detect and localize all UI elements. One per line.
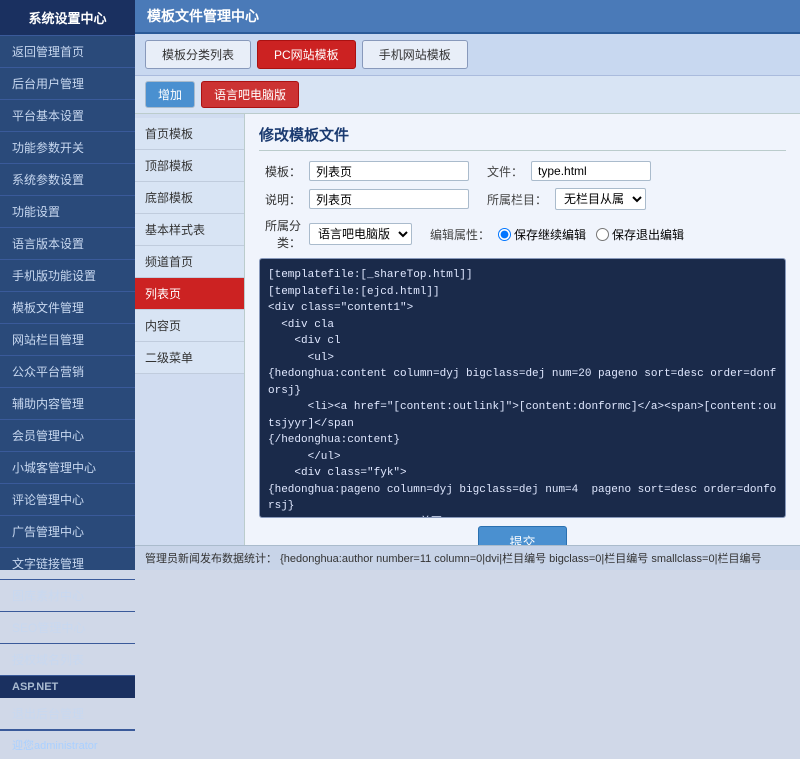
subnav-footer[interactable]: 底部模板 <box>135 182 244 214</box>
editmode-label: 编辑属性： <box>430 226 490 243</box>
lang-button[interactable]: 语言吧电脑版 <box>201 81 299 108</box>
edit-title: 修改模板文件 <box>259 124 786 151</box>
radio-exit-label: 保存退出编辑 <box>612 226 684 243</box>
template-row: 模板： 文件： <box>259 161 786 181</box>
submit-row: 提交 <box>259 526 786 545</box>
classify-label: 所属分类： <box>259 217 301 251</box>
code-editor[interactable]: [templatefile:[_shareTop.html]] [templat… <box>259 258 786 518</box>
add-button[interactable]: 增加 <box>145 81 195 108</box>
sidebar-item-template[interactable]: 模板文件管理 <box>0 292 135 324</box>
classify-row: 所属分类： 语言吧电脑版 编辑属性： 保存继续编辑 保存退出编辑 <box>259 217 786 251</box>
footer-text: 管理员新闻发布数据统计： <box>145 553 277 565</box>
footer: 管理员新闻发布数据统计： {hedonghua:author number=11… <box>135 545 800 570</box>
file-input[interactable] <box>531 161 651 181</box>
sidebar-item-gallery[interactable]: 图库素材中心 <box>0 580 135 612</box>
template-input[interactable] <box>309 161 469 181</box>
radio-continue-label: 保存继续编辑 <box>514 226 586 243</box>
actionbar: 增加 语言吧电脑版 <box>135 76 800 114</box>
editmode-group: 保存继续编辑 保存退出编辑 <box>498 226 684 243</box>
desc-row: 说明： 所属栏目： 无栏目从属 <box>259 188 786 210</box>
sidebar-item-mobile[interactable]: 手机版功能设置 <box>0 260 135 292</box>
radio-exit[interactable]: 保存退出编辑 <box>596 226 684 243</box>
sidebar-item-funcswitch[interactable]: 功能参数开关 <box>0 132 135 164</box>
subnav-channel[interactable]: 频道首页 <box>135 246 244 278</box>
tab-mobile-template[interactable]: 手机网站模板 <box>362 40 468 69</box>
sidebar-item-textlinks[interactable]: 文字链接管理 <box>0 548 135 580</box>
edit-panel: 修改模板文件 模板： 文件： 说明： 所属栏目： 无栏目从属 <box>245 114 800 545</box>
submit-button[interactable]: 提交 <box>478 526 566 545</box>
sidebar-item-users[interactable]: 后台用户管理 <box>0 68 135 100</box>
sidebar-item-logout[interactable]: 退出后台管理 <box>0 698 135 730</box>
tab-pc-template[interactable]: PC网站模板 <box>257 40 356 69</box>
content-area: 首页模板 顶部模板 底部模板 基本样式表 频道首页 列表页 内容页 二级菜单 修… <box>135 114 800 545</box>
sidebar-item-columns[interactable]: 网站栏目管理 <box>0 324 135 356</box>
sidebar-item-seo[interactable]: SEO管理中心 <box>0 612 135 644</box>
tab-template-list[interactable]: 模板分类列表 <box>145 40 251 69</box>
sidebar-item-ads[interactable]: 广告管理中心 <box>0 516 135 548</box>
sidebar-item-funcsettings[interactable]: 功能设置 <box>0 196 135 228</box>
sidebar: 系统设置中心 返回管理首页 后台用户管理 平台基本设置 功能参数开关 系统参数设… <box>0 0 135 570</box>
sidebar-item-comments[interactable]: 评论管理中心 <box>0 484 135 516</box>
sidebar-item-xiaocheng[interactable]: 小城客管理中心 <box>0 452 135 484</box>
radio-continue[interactable]: 保存继续编辑 <box>498 226 586 243</box>
subnav-secondmenu[interactable]: 二级菜单 <box>135 342 244 374</box>
subnav-contentpage[interactable]: 内容页 <box>135 310 244 342</box>
sidebar-item-wechat[interactable]: 公众平台营销 <box>0 356 135 388</box>
sidebar-item-sysparams[interactable]: 系统参数设置 <box>0 164 135 196</box>
sidebar-item-aux[interactable]: 辅助内容管理 <box>0 388 135 420</box>
topbar: 模板文件管理中心 <box>135 0 800 34</box>
sidebar-header: 系统设置中心 <box>0 0 135 36</box>
subnav: 首页模板 顶部模板 底部模板 基本样式表 频道首页 列表页 内容页 二级菜单 <box>135 114 245 545</box>
main-panel: 模板文件管理中心 模板分类列表 PC网站模板 手机网站模板 增加 语言吧电脑版 … <box>135 0 800 570</box>
subnav-homepage[interactable]: 首页模板 <box>135 118 244 150</box>
subnav-listpage[interactable]: 列表页 <box>135 278 244 310</box>
category-label: 所属栏目： <box>487 191 547 208</box>
sidebar-item-platform[interactable]: 平台基本设置 <box>0 100 135 132</box>
page-title: 模板文件管理中心 <box>147 8 259 24</box>
sidebar-item-domains[interactable]: 授权域名列表 <box>0 644 135 676</box>
template-label: 模板： <box>259 163 301 180</box>
category-select[interactable]: 无栏目从属 <box>555 188 646 210</box>
sidebar-item-lang[interactable]: 语言版本设置 <box>0 228 135 260</box>
sidebar-sep: ASP.NET <box>0 676 135 698</box>
desc-label: 说明： <box>259 191 301 208</box>
subnav-stylesheet[interactable]: 基本样式表 <box>135 214 244 246</box>
sidebar-welcome: 迎您administrator <box>0 730 135 759</box>
sidebar-item-members[interactable]: 会员管理中心 <box>0 420 135 452</box>
desc-input[interactable] <box>309 189 469 209</box>
footer-detail: {hedonghua:author number=11 column=0|dvi… <box>280 553 761 565</box>
subnav-header[interactable]: 顶部模板 <box>135 150 244 182</box>
classify-select[interactable]: 语言吧电脑版 <box>309 223 412 245</box>
tabbar: 模板分类列表 PC网站模板 手机网站模板 <box>135 34 800 76</box>
sidebar-item-return[interactable]: 返回管理首页 <box>0 36 135 68</box>
file-label: 文件： <box>487 163 523 180</box>
